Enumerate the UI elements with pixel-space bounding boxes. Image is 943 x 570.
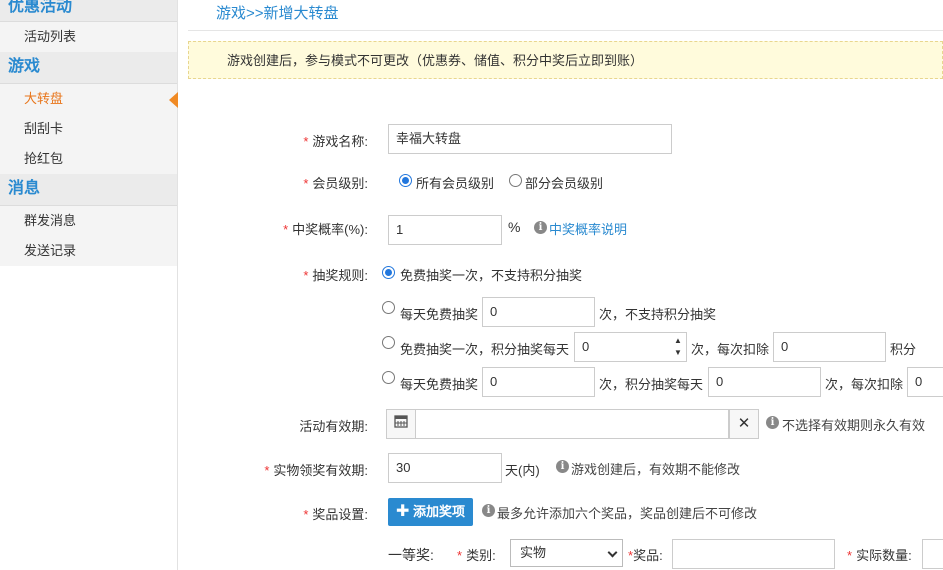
qty-label: * 实际数量: [847,548,912,563]
first-prize-title: 一等奖: [388,547,434,563]
win-rate-label: * 中奖概率(%): [283,222,368,237]
rule-4-count2-input[interactable]: 0 [708,367,821,397]
row-rule-3: 免费抽奖一次，积分抽奖每天 0 ▲ ▼ 次，每次扣除 0 积分 [178,332,943,362]
sidebar-item-big-wheel[interactable]: 大转盘 [0,84,178,114]
category-select[interactable]: 实物 [510,539,623,567]
row-rule-2: 每天免费抽奖 0 次，不支持积分抽奖 [178,297,943,327]
prize-label: *奖品: [628,548,663,563]
info-icon: i [482,504,495,517]
chevron-down-icon [607,547,618,558]
sidebar-item-label: 大转盘 [24,91,64,106]
clear-icon[interactable]: ✕ [729,409,759,439]
radio-partial-levels[interactable] [509,174,522,187]
qty-input[interactable] [922,539,943,569]
rule-3-count-input[interactable]: 0 ▲ ▼ [574,332,687,362]
radio-all-levels-label: 所有会员级别 [416,176,495,191]
prize-settings-hint: 最多允许添加六个奖品，奖品创建后不可修改 [497,506,758,521]
radio-partial-levels-label: 部分会员级别 [525,176,604,191]
rule-4-count-input[interactable]: 0 [482,367,595,397]
row-draw-rules: * 抽奖规则: 免费抽奖一次，不支持积分抽奖 [178,262,943,283]
rule-3-points-input[interactable]: 0 [773,332,886,362]
add-prize-button[interactable]: ✚ 添加奖项 [388,498,474,526]
info-icon: i [556,460,569,473]
radio-rule-1[interactable] [382,266,395,279]
radio-all-levels[interactable] [399,174,412,187]
plus-icon: ✚ [396,503,410,520]
win-rate-unit: % [508,219,521,235]
rule-2-suffix: 次，不支持积分抽奖 [599,307,717,322]
prize-input[interactable] [672,539,835,569]
info-icon: i [534,221,547,234]
win-rate-input[interactable]: 1 [388,215,502,245]
valid-period-label: 活动有效期: [299,419,368,434]
calendar-icon[interactable] [386,409,416,439]
sidebar-section-messages: 消息 [0,174,177,206]
sidebar-item-send-records[interactable]: 发送记录 [0,236,177,266]
stepper-icon[interactable]: ▲ ▼ [672,335,684,359]
rule-4-prefix: 每天免费抽奖 [400,377,479,392]
row-prize-settings: * 奖品设置: ✚ 添加奖项 i 最多允许添加六个奖品，奖品创建后不可修改 [178,497,943,527]
rule-4-mid2: 次，每次扣除 [825,377,904,392]
row-game-name: * 游戏名称: 幸福大转盘 [178,124,943,154]
row-member-level: * 会员级别: 所有会员级别 部分会员级别 [178,170,943,192]
sidebar: 优惠活动 活动列表 游戏 大转盘 刮刮卡 抢红包 消息 群发消息 发送记录 [0,0,178,570]
rule-3-prefix: 免费抽奖一次，积分抽奖每天 [400,342,570,357]
app-root: 优惠活动 活动列表 游戏 大转盘 刮刮卡 抢红包 消息 群发消息 发送记录 游戏… [0,0,943,570]
sidebar-section-games: 游戏 [0,52,177,84]
prize-settings-label: * 奖品设置: [303,507,368,522]
active-indicator-icon [169,92,178,108]
prize-valid-label: * 实物领奖有效期: [264,463,368,478]
sidebar-item-mass-message[interactable]: 群发消息 [0,206,177,236]
divider [188,30,943,31]
row-prize-valid: * 实物领奖有效期: 30 天(内) i 游戏创建后，有效期不能修改 [178,453,943,483]
sidebar-item-scratch-card[interactable]: 刮刮卡 [0,114,177,144]
rule-2-count-input[interactable]: 0 [482,297,595,327]
radio-rule-2[interactable] [382,301,395,314]
rule-4-mid: 次，积分抽奖每天 [599,377,704,392]
row-rule-4: 每天免费抽奖 0 次，积分抽奖每天 0 次，每次扣除 0 [178,367,943,397]
main-content: 游戏>>新增大转盘 游戏创建后，参与模式不可更改（优惠券、储值、积分中奖后立即到… [178,0,943,570]
game-name-label: * 游戏名称: [303,134,368,149]
radio-rule-4[interactable] [382,371,395,384]
member-level-label: * 会员级别: [303,176,368,191]
rule-2-prefix: 每天免费抽奖 [400,307,479,322]
draw-rules-label: * 抽奖规则: [303,268,368,283]
rule-4-points-input[interactable]: 0 [907,367,943,397]
notice-banner: 游戏创建后，参与模式不可更改（优惠券、储值、积分中奖后立即到账） [188,41,943,79]
sidebar-item-red-packet[interactable]: 抢红包 [0,144,177,174]
info-icon: i [766,416,779,429]
rule-3-suffix: 积分 [890,342,917,357]
breadcrumb: 游戏>>新增大转盘 [216,5,339,22]
rule-1-label: 免费抽奖一次，不支持积分抽奖 [400,268,583,283]
sidebar-item-activity-list[interactable]: 活动列表 [0,22,177,52]
game-name-input[interactable]: 幸福大转盘 [388,124,672,154]
valid-period-hint: 不选择有效期则永久有效 [782,418,926,433]
row-valid-period: 活动有效期: ✕ i 不选择有效期则永久有效 [178,409,943,439]
valid-period-input[interactable] [415,409,729,439]
radio-rule-3[interactable] [382,336,395,349]
prize-valid-input[interactable]: 30 [388,453,502,483]
row-win-rate: * 中奖概率(%): 1 % i 中奖概率说明 [178,215,943,245]
row-first-prize: 一等奖: * 类别: 实物 *奖品: * 实际数量: [178,539,943,569]
prize-valid-unit: 天(内) [505,463,540,478]
win-rate-help-link[interactable]: 中奖概率说明 [549,219,627,238]
rule-3-mid: 次，每次扣除 [691,342,770,357]
category-label: * 类别: [457,548,496,563]
prize-valid-hint: 游戏创建后，有效期不能修改 [571,462,741,477]
sidebar-section-promotions: 优惠活动 [0,0,177,22]
